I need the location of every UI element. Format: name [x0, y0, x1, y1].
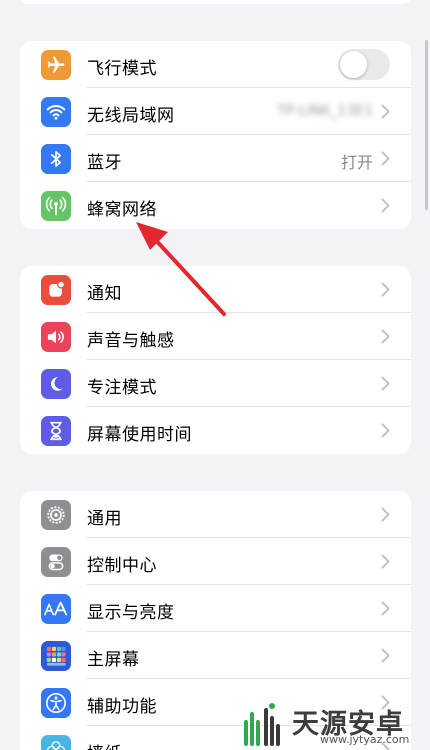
moon-icon [41, 369, 71, 399]
cellular-label: 蜂窝网络 [87, 200, 157, 220]
notifications-group: 通知 声音与触感 专注模式 屏幕使用时间 [20, 266, 411, 454]
display-brightness-row[interactable]: 显示与亮度 [20, 585, 411, 632]
focus-label: 专注模式 [87, 378, 157, 398]
wallpaper-label: 墙纸 [87, 739, 122, 750]
wifi-label: 无线局域网 [87, 106, 175, 126]
wifi-icon [41, 97, 71, 127]
notifications-row[interactable]: 通知 [20, 266, 411, 313]
speaker-icon [41, 322, 71, 352]
cellular-row[interactable]: 蜂窝网络 [20, 182, 411, 229]
screen-time-row[interactable]: 屏幕使用时间 [20, 407, 411, 454]
toggle-knob [340, 51, 367, 78]
accessibility-icon [41, 688, 71, 718]
control-center-row[interactable]: 控制中心 [20, 538, 411, 585]
home-screen-label: 主屏幕 [87, 650, 140, 670]
chevron-right-icon [381, 507, 390, 522]
chevron-right-icon [381, 376, 390, 391]
airplane-icon [41, 50, 71, 80]
home-grid-icon [41, 641, 71, 671]
wallpaper-flower-icon [41, 735, 71, 750]
watermark: 天源安卓网 www.jytyaz.com [236, 700, 430, 750]
bluetooth-label: 蓝牙 [87, 153, 122, 173]
watermark-url: www.jytyaz.com [320, 733, 410, 746]
wifi-network-value: TP-LINK_13E1 [277, 103, 373, 119]
chevron-right-icon [381, 282, 390, 297]
gear-icon [41, 500, 71, 530]
scroll-indicator [425, 40, 428, 210]
display-brightness-label: 显示与亮度 [87, 603, 175, 623]
chevron-right-icon [381, 198, 390, 213]
home-screen-row[interactable]: 主屏幕 [20, 632, 411, 679]
screen-time-label: 屏幕使用时间 [87, 425, 192, 445]
hourglass-icon [41, 416, 71, 446]
airplane-mode-label: 飞行模式 [87, 59, 157, 79]
previous-group-card [20, 0, 411, 4]
notifications-label: 通知 [87, 284, 122, 304]
accessibility-label: 辅助功能 [87, 697, 157, 717]
bluetooth-value: 打开 [340, 153, 373, 172]
connectivity-group: 飞行模式 无线局域网 TP-LINK_13E1 蓝牙 打开 蜂窝网络 [20, 41, 411, 229]
text-size-icon [41, 594, 71, 624]
toggles-icon [41, 547, 71, 577]
bluetooth-row[interactable]: 蓝牙 打开 [20, 135, 411, 182]
airplane-mode-row[interactable]: 飞行模式 [20, 41, 411, 88]
chevron-right-icon [381, 104, 390, 119]
chevron-right-icon [381, 554, 390, 569]
bluetooth-icon [41, 144, 71, 174]
sounds-haptics-row[interactable]: 声音与触感 [20, 313, 411, 360]
watermark-logo-icon [244, 703, 280, 746]
airplane-mode-toggle[interactable] [338, 49, 390, 80]
focus-row[interactable]: 专注模式 [20, 360, 411, 407]
control-center-label: 控制中心 [87, 556, 157, 576]
chevron-right-icon [381, 423, 390, 438]
chevron-right-icon [381, 329, 390, 344]
notification-bell-icon [41, 275, 71, 305]
chevron-right-icon [381, 151, 390, 166]
cellular-icon [41, 191, 71, 221]
wifi-row[interactable]: 无线局域网 TP-LINK_13E1 [20, 88, 411, 135]
chevron-right-icon [381, 601, 390, 616]
chevron-right-icon [381, 648, 390, 663]
general-label: 通用 [87, 509, 122, 529]
sounds-haptics-label: 声音与触感 [87, 331, 175, 351]
general-row[interactable]: 通用 [20, 491, 411, 538]
